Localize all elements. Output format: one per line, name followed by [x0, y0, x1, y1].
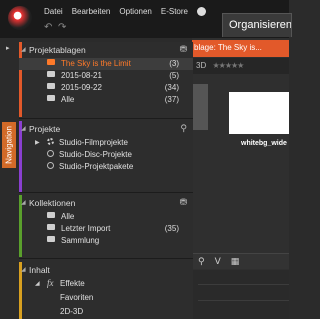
content-item[interactable]: ◢ fx Effekte [19, 278, 193, 292]
library-toolbar: 3D ★★★★★ [192, 58, 289, 74]
navigation-side-tab[interactable] [2, 42, 16, 319]
film-reel-icon [47, 138, 54, 147]
project-item[interactable]: Studio-Projektpakete [19, 161, 193, 173]
grid-icon[interactable]: ▦ [231, 256, 240, 266]
section-header-projektablagen[interactable]: ◢ Projektablagen ⛃ [19, 42, 193, 58]
folder-icon [47, 83, 55, 91]
folder-icon [47, 236, 55, 244]
section-header-inhalt[interactable]: ◢ Inhalt [19, 262, 193, 278]
collapse-icon[interactable]: ◢ [35, 280, 40, 287]
divider [19, 118, 193, 119]
section-header-projekte[interactable]: ◢ Projekte ⚲ [19, 121, 193, 137]
divider [19, 192, 193, 193]
menu-bearbeiten[interactable]: Bearbeiten [72, 7, 111, 16]
folder-icon [47, 95, 55, 103]
bin-tab[interactable]: blage: The Sky is... [192, 40, 289, 57]
bin-item[interactable]: Alle (37) [19, 94, 193, 106]
collapse-icon[interactable]: ◢ [21, 125, 26, 132]
help-icon[interactable]: ? [196, 7, 206, 16]
collapse-icon[interactable]: ◢ [21, 199, 26, 206]
section-projektablagen: ◢ Projektablagen ⛃ The Sky is the Limit … [19, 42, 193, 117]
marker-icon[interactable]: ⚲ [198, 256, 205, 266]
rating-filter[interactable]: ★★★★★ [212, 61, 244, 70]
add-collection-icon[interactable]: ⛃ [179, 197, 187, 208]
timeline-toolbar: ⚲ ᐯ ▦ [192, 253, 289, 269]
section-inhalt: ◢ Inhalt ◢ fx Effekte Favoriten 2D-3D [19, 262, 193, 319]
app-logo[interactable] [8, 6, 32, 30]
content-item[interactable]: 2D-3D [19, 306, 193, 319]
project-search-icon[interactable]: ⚲ [180, 123, 187, 134]
menu-optionen[interactable]: Optionen [119, 7, 151, 16]
section-projekte: ◢ Projekte ⚲ ▶ Studio-Filmprojekte Studi… [19, 121, 193, 193]
folder-icon [47, 212, 55, 220]
project-item[interactable]: ▶ Studio-Filmprojekte [19, 137, 193, 149]
section-kollektionen: ◢ Kollektionen ⛃ Alle Letzter Import (35… [19, 195, 193, 257]
collapse-icon[interactable]: ◢ [21, 46, 26, 53]
folder-icon [47, 59, 55, 67]
media-thumbnail-whitebg[interactable] [229, 92, 289, 134]
bin-item[interactable]: 2015-08-21 (5) [19, 70, 193, 82]
section-header-kollektionen[interactable]: ◢ Kollektionen ⛃ [19, 195, 193, 211]
merge-icon[interactable]: ᐯ [215, 256, 221, 266]
bin-item[interactable]: 2015-09-22 (34) [19, 82, 193, 94]
collection-item[interactable]: Letzter Import (35) [19, 223, 193, 235]
project-item[interactable]: Studio-Disc-Projekte [19, 149, 193, 161]
disc-icon [47, 150, 54, 159]
track-divider [198, 300, 289, 301]
3d-filter-button[interactable]: 3D [196, 61, 206, 70]
navigation-label[interactable]: Navigation [2, 122, 16, 168]
collapse-icon[interactable]: ◢ [21, 266, 26, 273]
navigation-panel: ◢ Projektablagen ⛃ The Sky is the Limit … [19, 42, 193, 319]
pin-icon[interactable]: ▸ [6, 44, 10, 52]
undo-icon[interactable]: ↶ [44, 22, 52, 33]
folder-icon [47, 224, 55, 232]
timeline-tracks [192, 270, 289, 319]
thumbnail-caption: whitebg_wide [241, 140, 287, 147]
divider [19, 258, 193, 259]
media-thumbnail[interactable] [192, 84, 208, 130]
top-menu-bar: Datei Bearbeiten Optionen E-Store ? ↶ ↷ … [0, 0, 292, 38]
menu-datei[interactable]: Datei [44, 7, 63, 16]
bin-item[interactable]: The Sky is the Limit (3) [19, 58, 193, 70]
collection-item[interactable]: Sammlung [19, 235, 193, 247]
content-item[interactable]: Favoriten [19, 292, 193, 306]
effects-fx-icon: fx [47, 278, 54, 288]
redo-icon[interactable]: ↷ [58, 22, 66, 33]
tab-organisieren[interactable]: Organisieren [222, 13, 292, 37]
main-menu: Datei Bearbeiten Optionen E-Store ? [44, 7, 206, 16]
package-icon [47, 162, 54, 171]
track-divider [198, 284, 289, 285]
menu-e-store[interactable]: E-Store [161, 7, 188, 16]
folder-icon [47, 71, 55, 79]
collection-item[interactable]: Alle [19, 211, 193, 223]
expand-icon[interactable]: ▶ [35, 139, 40, 146]
add-bin-icon[interactable]: ⛃ [179, 44, 187, 55]
